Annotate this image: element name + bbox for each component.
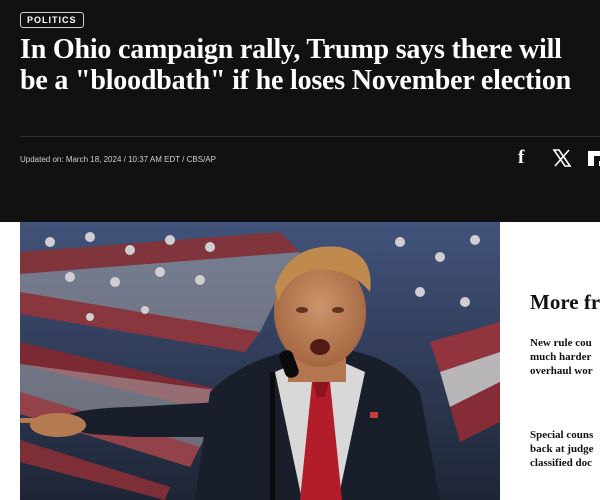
related-story-link[interactable]: Special couns back at judge classified d… xyxy=(530,428,600,470)
x-icon[interactable] xyxy=(552,147,572,169)
category-badge[interactable]: POLITICS xyxy=(20,12,84,28)
article-headline: In Ohio campaign rally, Trump says there… xyxy=(20,34,572,96)
flipboard-icon[interactable] xyxy=(587,147,600,169)
related-stories: More fr New rule cou much harder overhau… xyxy=(500,222,600,500)
article-hero-image[interactable] xyxy=(20,222,500,500)
related-story-link[interactable]: New rule cou much harder overhaul wor xyxy=(530,336,600,378)
facebook-icon[interactable]: f xyxy=(518,147,534,169)
header-divider xyxy=(20,136,600,137)
related-heading: More fr xyxy=(530,290,600,314)
article-header: POLITICS In Ohio campaign rally, Trump s… xyxy=(0,0,600,222)
article-meta: Updated on: March 18, 2024 / 10:37 AM ED… xyxy=(20,155,216,164)
